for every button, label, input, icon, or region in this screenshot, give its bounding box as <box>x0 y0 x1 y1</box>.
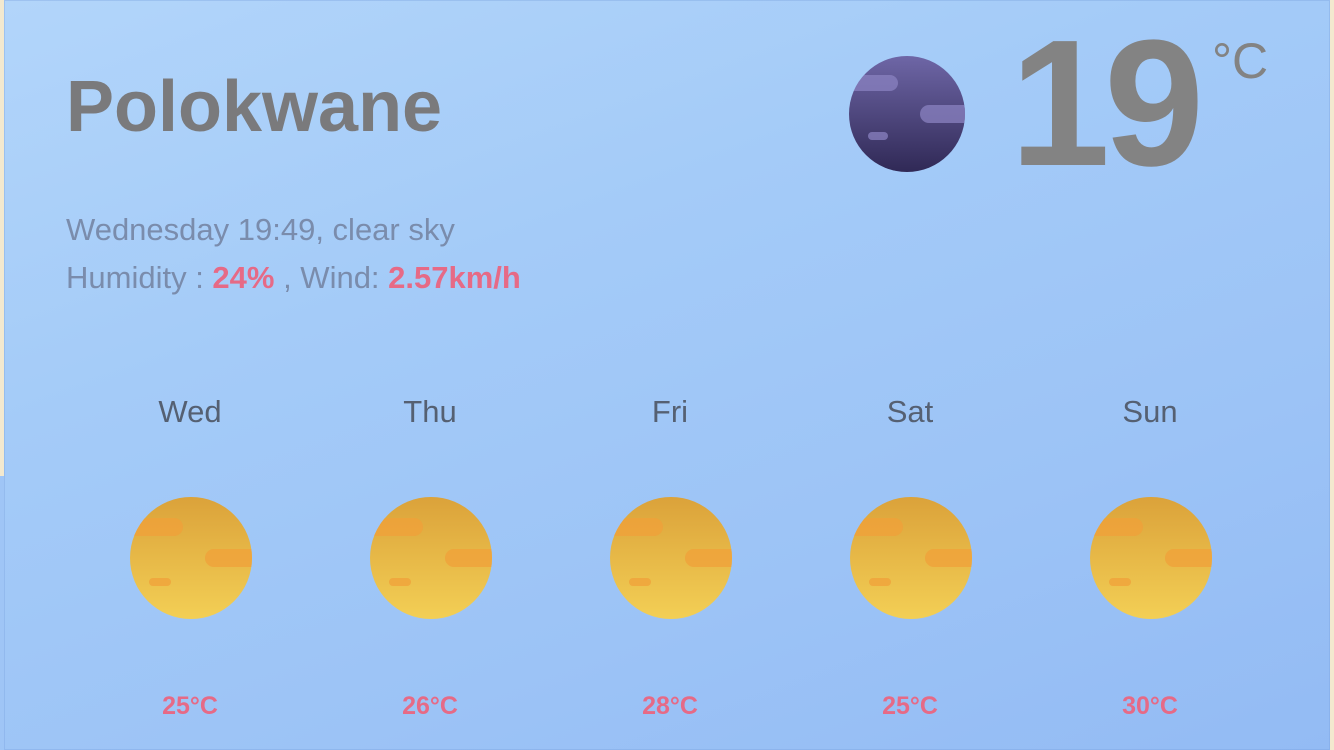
date-time-condition: Wednesday 19:49, clear sky <box>66 212 455 247</box>
forecast-day: Sun 30°C <box>1030 380 1270 740</box>
weather-card: Polokwane Wednesday 19:49, clear sky Hum… <box>4 0 1330 750</box>
humidity-wind-line: Humidity : 24% , Wind: 2.57km/h <box>66 254 521 302</box>
forecast-day-name: Thu <box>403 394 457 429</box>
sun-icon <box>1089 496 1213 620</box>
forecast-day-name: Fri <box>651 394 689 429</box>
forecast-row: Wed 25°C Thu 26°C Fri 28°C Sat 25°C Sun … <box>70 380 1272 740</box>
current-temperature: 19 <box>1010 3 1204 204</box>
forecast-day-temp: 26°C <box>402 692 458 720</box>
forecast-day-temp: 25°C <box>882 692 938 720</box>
forecast-day: Wed 25°C <box>70 380 310 740</box>
wind-value: 2.57km/h <box>388 260 521 295</box>
sun-icon <box>129 496 253 620</box>
sun-icon <box>609 496 733 620</box>
humidity-label: Humidity : <box>66 260 213 295</box>
city-name: Polokwane <box>66 67 443 147</box>
forecast-day-temp: 25°C <box>162 692 218 720</box>
sun-icon <box>849 496 973 620</box>
humidity-value: 24% <box>212 260 275 295</box>
forecast-day: Thu 26°C <box>310 380 550 740</box>
forecast-day: Fri 28°C <box>550 380 790 740</box>
forecast-day-name: Sat <box>886 394 934 429</box>
temperature-unit: °C <box>1212 33 1269 89</box>
moon-icon <box>849 56 965 172</box>
forecast-day-temp: 28°C <box>642 692 698 720</box>
forecast-day-temp: 30°C <box>1122 692 1178 720</box>
forecast-day-name: Sun <box>1122 394 1178 429</box>
sun-icon <box>369 496 493 620</box>
wind-label: , Wind: <box>274 260 389 295</box>
forecast-day-name: Wed <box>158 394 222 429</box>
weather-details: Wednesday 19:49, clear sky Humidity : 24… <box>66 206 521 302</box>
forecast-day: Sat 25°C <box>790 380 1030 740</box>
